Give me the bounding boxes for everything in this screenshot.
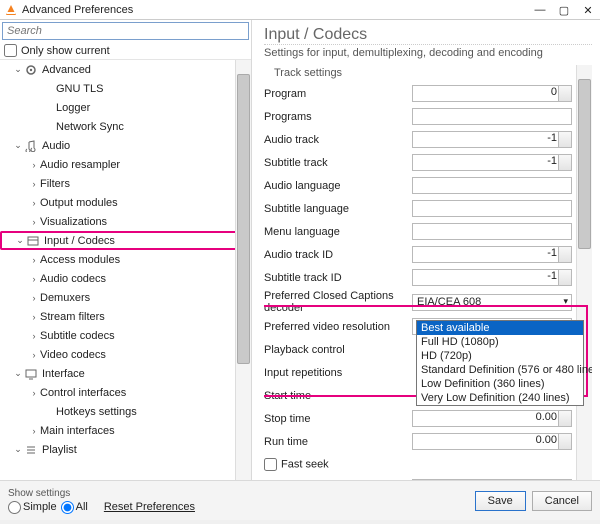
only-show-current-label: Only show current xyxy=(21,45,110,57)
label-run-time: Run time xyxy=(264,436,412,448)
label-subtitle-track: Subtitle track xyxy=(264,157,412,169)
form-scrollbar[interactable] xyxy=(576,65,592,480)
label-cc-decoder: Preferred Closed Captions decoder xyxy=(264,290,412,314)
tree-node-advanced[interactable]: ⌄Advanced xyxy=(0,60,249,79)
resolution-dropdown-list[interactable]: Best available Full HD (1080p) HD (720p)… xyxy=(416,320,584,406)
tree-node-playlist[interactable]: ⌄Playlist xyxy=(0,440,249,459)
bottom-bar: Show settings Simple All Reset Preferenc… xyxy=(0,480,600,520)
input-codecs-icon xyxy=(26,234,40,248)
tree-item[interactable]: ›Network Sync xyxy=(0,117,249,136)
only-show-current-box[interactable] xyxy=(4,44,17,57)
tree-item[interactable]: ›Output modules xyxy=(0,193,249,212)
search-input[interactable] xyxy=(2,22,249,40)
minimize-button[interactable]: — xyxy=(528,0,552,20)
run-time-spinner[interactable]: 0.00▲▼ xyxy=(412,433,572,450)
cancel-button[interactable]: Cancel xyxy=(532,491,592,511)
title-bar: Advanced Preferences — ▢ ✕ xyxy=(0,0,600,20)
tree-item[interactable]: ›Control interfaces xyxy=(0,383,249,402)
settings-form: Track settings Program0▲▼ Programs Audio… xyxy=(264,65,592,480)
label-start-time: Start time xyxy=(264,390,412,402)
tree-item[interactable]: ›Audio codecs xyxy=(0,269,249,288)
music-note-icon xyxy=(24,139,38,153)
label-input-reps: Input repetitions xyxy=(264,367,412,379)
page-title: Input / Codecs xyxy=(264,20,592,45)
subtitle-track-spinner[interactable]: -1▲▼ xyxy=(412,154,572,171)
dropdown-option[interactable]: Standard Definition (576 or 480 lines) xyxy=(417,363,583,377)
label-pref-res: Preferred video resolution xyxy=(264,321,412,333)
label-audio-track: Audio track xyxy=(264,134,412,146)
right-panel: Input / Codecs Settings for input, demul… xyxy=(252,20,600,480)
menu-language-input[interactable] xyxy=(412,223,572,240)
tree-item[interactable]: ›Visualizations xyxy=(0,212,249,231)
interface-icon xyxy=(24,367,38,381)
left-panel: Only show current ⌄Advanced ›GNU TLS ›Lo… xyxy=(0,20,252,480)
label-subtitle-track-id: Subtitle track ID xyxy=(264,272,412,284)
reset-preferences-link[interactable]: Reset Preferences xyxy=(104,501,195,513)
maximize-button[interactable]: ▢ xyxy=(552,0,576,20)
tree-node-audio[interactable]: ⌄Audio xyxy=(0,136,249,155)
dropdown-option[interactable]: Very Low Definition (240 lines) xyxy=(417,391,583,405)
group-track-settings: Track settings xyxy=(274,67,572,79)
label-stop-time: Stop time xyxy=(264,413,412,425)
tree-node-input-codecs[interactable]: ⌄Input / Codecs xyxy=(0,231,249,250)
dropdown-option[interactable]: Best available xyxy=(417,321,583,335)
show-settings-label: Show settings xyxy=(8,488,195,499)
radio-all[interactable]: All xyxy=(61,501,88,514)
playlist-icon xyxy=(24,443,38,457)
stop-time-spinner[interactable]: 0.00▲▼ xyxy=(412,410,572,427)
subtitle-language-input[interactable] xyxy=(412,200,572,217)
label-menu-lang: Menu language xyxy=(264,226,412,238)
subtitle-track-id-spinner[interactable]: -1▲▼ xyxy=(412,269,572,286)
radio-simple[interactable]: Simple xyxy=(8,501,57,514)
tree-node-interface[interactable]: ⌄Interface xyxy=(0,364,249,383)
tree-item[interactable]: ›Audio resampler xyxy=(0,155,249,174)
label-audio-track-id: Audio track ID xyxy=(264,249,412,261)
label-audio-lang: Audio language xyxy=(264,180,412,192)
label-subtitle-lang: Subtitle language xyxy=(264,203,412,215)
tree-item[interactable]: ›Stream filters xyxy=(0,307,249,326)
save-button[interactable]: Save xyxy=(475,491,526,511)
tree-item[interactable]: ›Main interfaces xyxy=(0,421,249,440)
dropdown-option[interactable]: Low Definition (360 lines) xyxy=(417,377,583,391)
tree-scrollbar[interactable] xyxy=(235,60,251,480)
page-subtitle: Settings for input, demultiplexing, deco… xyxy=(264,47,592,59)
tree-item[interactable]: ›Video codecs xyxy=(0,345,249,364)
dropdown-option[interactable]: Full HD (1080p) xyxy=(417,335,583,349)
cc-decoder-dropdown[interactable]: EIA/CEA 608 xyxy=(412,294,572,311)
tree-item[interactable]: ›Filters xyxy=(0,174,249,193)
label-programs: Programs xyxy=(264,111,412,123)
close-button[interactable]: ✕ xyxy=(576,0,600,20)
program-spinner[interactable]: 0▲▼ xyxy=(412,85,572,102)
label-playback-ctrl: Playback control xyxy=(264,344,412,356)
dropdown-option[interactable]: HD (720p) xyxy=(417,349,583,363)
audio-language-input[interactable] xyxy=(412,177,572,194)
tree-item[interactable]: ›Subtitle codecs xyxy=(0,326,249,345)
audio-track-spinner[interactable]: -1▲▼ xyxy=(412,131,572,148)
settings-tree[interactable]: ⌄Advanced ›GNU TLS ›Logger ›Network Sync… xyxy=(0,60,251,480)
tree-item[interactable]: ›Demuxers xyxy=(0,288,249,307)
fast-seek-checkbox[interactable]: Fast seek xyxy=(264,458,412,471)
programs-input[interactable] xyxy=(412,108,572,125)
only-show-current-checkbox[interactable]: Only show current xyxy=(4,44,247,57)
tree-item[interactable]: ›Access modules xyxy=(0,250,249,269)
app-icon xyxy=(4,3,18,17)
tree-item[interactable]: ›Hotkeys settings xyxy=(0,402,249,421)
tree-item[interactable]: ›Logger xyxy=(0,98,249,117)
audio-track-id-spinner[interactable]: -1▲▼ xyxy=(412,246,572,263)
tree-item[interactable]: ›GNU TLS xyxy=(0,79,249,98)
window-title: Advanced Preferences xyxy=(22,4,133,16)
gear-icon xyxy=(24,63,38,77)
label-program: Program xyxy=(264,88,412,100)
